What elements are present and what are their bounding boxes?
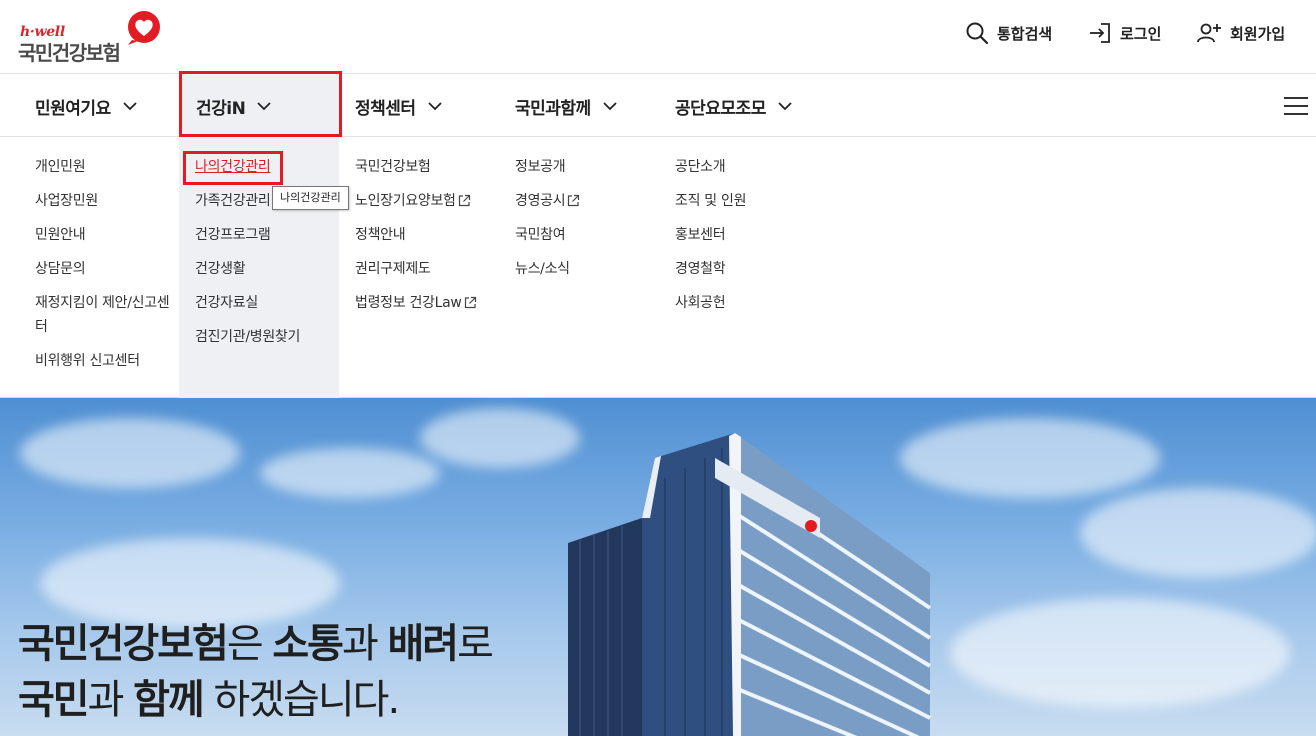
submenu-item[interactable]: 국민건강보험: [355, 155, 477, 179]
hero-emphasis: 소통: [272, 621, 344, 667]
submenu-item[interactable]: 건강자료실: [195, 291, 300, 315]
submenu-item[interactable]: 공단소개: [675, 155, 746, 179]
menu-column-civil: 개인민원 사업장민원 민원안내 상담문의 재정지킴이 제안/신고센터 비위행위 …: [35, 155, 170, 383]
chevron-down-icon: [778, 101, 792, 110]
nav-label: 국민과함께: [515, 98, 591, 119]
hero-banner: 국민건강보험은 소통과 배려로 국민과 함께 하겠습니다.: [0, 398, 1316, 736]
submenu-label: 법령정보 건강Law: [355, 295, 462, 311]
hero-text-part: 과: [341, 621, 388, 667]
mega-menu: 개인민원 사업장민원 민원안내 상담문의 재정지킴이 제안/신고센터 비위행위 …: [0, 137, 1316, 398]
submenu-item-external[interactable]: 법령정보 건강Law: [355, 291, 477, 315]
chevron-down-icon: [123, 101, 137, 110]
hero-emphasis: 함께: [133, 677, 205, 723]
tooltip: 나의건강관리: [272, 186, 349, 210]
submenu-item[interactable]: 홍보센터: [675, 223, 746, 247]
hero-text-part: 로: [457, 621, 494, 667]
hero-line-2: 국민과 함께 하겠습니다.: [18, 672, 492, 728]
nav-label: 공단요모조모: [675, 98, 766, 119]
submenu-item[interactable]: 상담문의: [35, 257, 170, 281]
login-icon: [1090, 23, 1110, 43]
signup-label: 회원가입: [1230, 24, 1286, 43]
hero-emphasis: 국민건강보험: [18, 621, 229, 667]
nav-item-policy[interactable]: 정책센터: [355, 75, 442, 137]
submenu-item[interactable]: 비위행위 신고센터: [35, 349, 170, 373]
menu-column-about: 공단소개 조직 및 인원 홍보센터 경영철학 사회공헌: [675, 155, 747, 325]
submenu-item[interactable]: 검진기관/병원찾기: [195, 325, 300, 349]
heart-logo-icon: [128, 11, 160, 45]
nav-item-civil[interactable]: 민원여기요: [35, 75, 137, 137]
chevron-down-icon: [257, 101, 271, 110]
submenu-item[interactable]: 국민참여: [515, 223, 580, 247]
logo[interactable]: h·well 국민건강보험: [18, 10, 168, 65]
signup-button[interactable]: 회원가입: [1196, 20, 1285, 46]
external-link-icon: [458, 194, 470, 207]
submenu-item[interactable]: 권리구제제도: [355, 257, 477, 281]
top-header: h·well 국민건강보험 통합검색 로그인 회원가입: [0, 0, 1316, 74]
nav-label: 민원여기요: [35, 98, 111, 119]
submenu-label: 노인장기요양보험: [355, 193, 456, 209]
submenu-item[interactable]: 뉴스/소식: [515, 257, 580, 281]
search-label: 통합검색: [997, 24, 1053, 43]
nav-item-health-in[interactable]: 건강iN: [179, 75, 339, 137]
nav-label: 정책센터: [355, 98, 416, 119]
submenu-item[interactable]: 개인민원: [35, 155, 170, 179]
submenu-item[interactable]: 건강프로그램: [195, 223, 300, 247]
hero-text-part: 은: [226, 621, 273, 667]
submenu-item-external[interactable]: 경영공시: [515, 189, 580, 213]
external-link-icon: [464, 296, 476, 309]
login-button[interactable]: 로그인: [1088, 20, 1161, 46]
submenu-item[interactable]: 사회공헌: [675, 291, 746, 315]
hero-emphasis: 배려: [387, 621, 459, 667]
submenu-item-external[interactable]: 노인장기요양보험: [355, 189, 477, 213]
hero-text-part: 하겠습니다.: [202, 677, 400, 723]
main-nav: 민원여기요 건강iN 정책센터 국민과함께 공단요모조모: [0, 75, 1316, 137]
hero-text-part: 과: [87, 677, 134, 723]
menu-column-with-people: 정보공개 경영공시 국민참여 뉴스/소식: [515, 155, 580, 291]
submenu-item[interactable]: 정보공개: [515, 155, 580, 179]
hero-emphasis: 국민: [18, 677, 90, 723]
nav-item-about[interactable]: 공단요모조모: [675, 75, 792, 137]
chevron-down-icon: [427, 101, 442, 110]
submenu-item[interactable]: 사업장민원: [35, 189, 170, 213]
search-button[interactable]: 통합검색: [965, 20, 1052, 46]
submenu-label: 경영공시: [515, 193, 566, 209]
hero-line-1: 국민건강보험은 소통과 배려로: [18, 616, 494, 672]
hero-headline: 국민건강보험은 소통과 배려로 국민과 함께 하겠습니다.: [18, 616, 494, 728]
menu-column-policy: 국민건강보험 노인장기요양보험 정책안내 권리구제제도 법령정보 건강Law: [355, 155, 477, 325]
logo-name: 국민건강보험: [18, 41, 121, 65]
hamburger-icon[interactable]: [1284, 97, 1308, 115]
external-link-icon: [568, 194, 580, 207]
user-add-icon: [1197, 23, 1221, 43]
submenu-item[interactable]: 조직 및 인원: [675, 189, 747, 213]
login-label: 로그인: [1120, 24, 1162, 43]
submenu-item[interactable]: 정책안내: [355, 223, 477, 247]
search-icon: [966, 22, 989, 45]
submenu-item[interactable]: 재정지킴이 제안/신고센터: [35, 291, 170, 339]
submenu-item[interactable]: 건강생활: [195, 257, 300, 281]
submenu-item[interactable]: 민원안내: [35, 223, 170, 247]
nav-item-with-people[interactable]: 국민과함께: [515, 75, 617, 137]
nav-label: 건강iN: [196, 98, 246, 119]
chevron-down-icon: [603, 101, 617, 110]
submenu-item-my-health[interactable]: 나의건강관리: [195, 155, 300, 179]
submenu-item[interactable]: 경영철학: [675, 257, 746, 281]
